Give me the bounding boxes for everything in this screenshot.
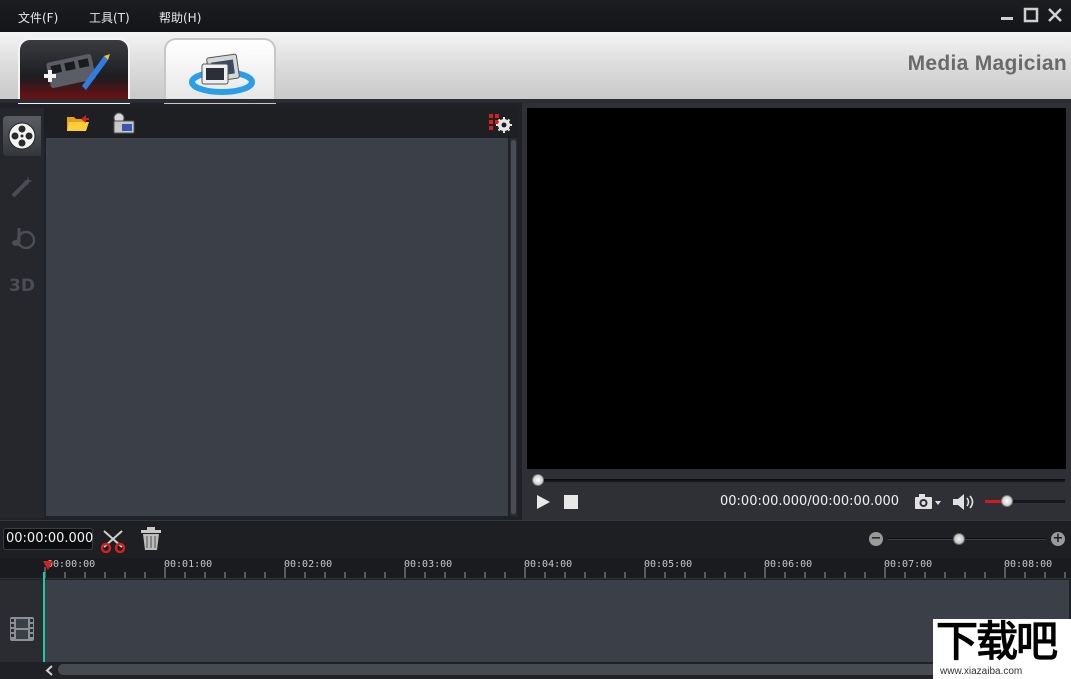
media-library-panel[interactable] — [46, 138, 508, 516]
ruler-label: 00:07:00 — [884, 559, 933, 570]
zoom-slider[interactable] — [888, 538, 1046, 540]
playback-time: 00:00:00.000/00:00:00.000 — [720, 494, 900, 509]
watermark-url: www.xiazaiba.com — [940, 666, 1023, 677]
seek-bar[interactable] — [535, 479, 1065, 482]
playhead-marker[interactable] — [43, 561, 53, 570]
timeline-time-display: 00:00:00.000 — [3, 528, 93, 550]
zoom-handle[interactable] — [953, 533, 966, 545]
ruler-label: 00:04:00 — [524, 559, 573, 570]
sidebar-item-audio[interactable] — [3, 216, 41, 256]
library-toolbar — [44, 108, 518, 138]
seek-handle[interactable] — [532, 474, 544, 486]
video-track[interactable] — [44, 580, 1069, 662]
3d-icon: 3D — [9, 276, 35, 296]
ruler-label: 00:05:00 — [644, 559, 693, 570]
menu-tools[interactable]: 工具(T) — [89, 9, 130, 26]
sidebar: 3D — [0, 108, 44, 518]
tab-edit[interactable] — [18, 38, 130, 104]
trash-icon[interactable] — [139, 526, 163, 552]
zoom-out-button[interactable]: − — [869, 532, 883, 546]
magic-wand-icon — [11, 176, 33, 198]
header-bar: Media Magician — [0, 32, 1071, 104]
minimize-icon[interactable] — [999, 7, 1015, 23]
watermark-logo: 下载吧 — [936, 617, 1058, 666]
ruler-label: 00:06:00 — [764, 559, 813, 570]
close-icon[interactable] — [1047, 7, 1063, 23]
ruler-label: 00:08:00 — [1004, 559, 1053, 570]
zoom-in-button[interactable]: + — [1051, 532, 1065, 546]
film-strip-icon — [10, 617, 34, 641]
video-convert-icon — [189, 53, 255, 95]
maximize-icon[interactable] — [1023, 7, 1039, 23]
sidebar-item-effects[interactable] — [3, 166, 41, 206]
scissors-icon[interactable] — [100, 527, 128, 553]
volume-icon[interactable] — [951, 492, 975, 512]
menu-file[interactable]: 文件(F) — [18, 9, 58, 26]
app-title: Media Magician — [907, 52, 1067, 75]
grid-settings-icon[interactable] — [488, 112, 514, 134]
menu-bar: 文件(F) 工具(T) 帮助(H) — [0, 0, 1071, 32]
camera-import-icon[interactable] — [112, 112, 138, 134]
stop-icon[interactable] — [562, 493, 580, 511]
snapshot-camera-icon[interactable] — [914, 492, 942, 512]
sidebar-item-3d[interactable]: 3D — [3, 266, 41, 306]
music-note-icon — [12, 228, 36, 250]
film-reel-icon — [8, 122, 36, 150]
library-scrollbar-thumb[interactable] — [511, 140, 516, 514]
tab-convert[interactable] — [164, 38, 276, 104]
menu-help[interactable]: 帮助(H) — [159, 9, 201, 26]
playhead-line — [43, 572, 45, 662]
ruler-label: 00:02:00 — [284, 559, 333, 570]
ruler-label: 00:01:00 — [164, 559, 213, 570]
preview-screen — [527, 108, 1066, 469]
ruler-label: 00:00:00 — [47, 559, 96, 570]
open-folder-icon[interactable] — [66, 113, 90, 133]
timeline-scrollbar-thumb[interactable] — [58, 664, 958, 675]
play-icon[interactable] — [534, 493, 552, 511]
chevron-left-icon[interactable] — [44, 664, 56, 677]
film-edit-icon — [44, 54, 110, 90]
minus-icon: − — [870, 531, 882, 546]
sidebar-item-media[interactable] — [3, 116, 41, 156]
plus-icon: + — [1052, 531, 1064, 546]
volume-handle[interactable] — [1000, 495, 1013, 507]
ruler-label: 00:03:00 — [404, 559, 453, 570]
library-scrollbar[interactable] — [510, 138, 517, 516]
chevron-down-icon — [935, 501, 941, 505]
video-track-header — [0, 580, 44, 662]
